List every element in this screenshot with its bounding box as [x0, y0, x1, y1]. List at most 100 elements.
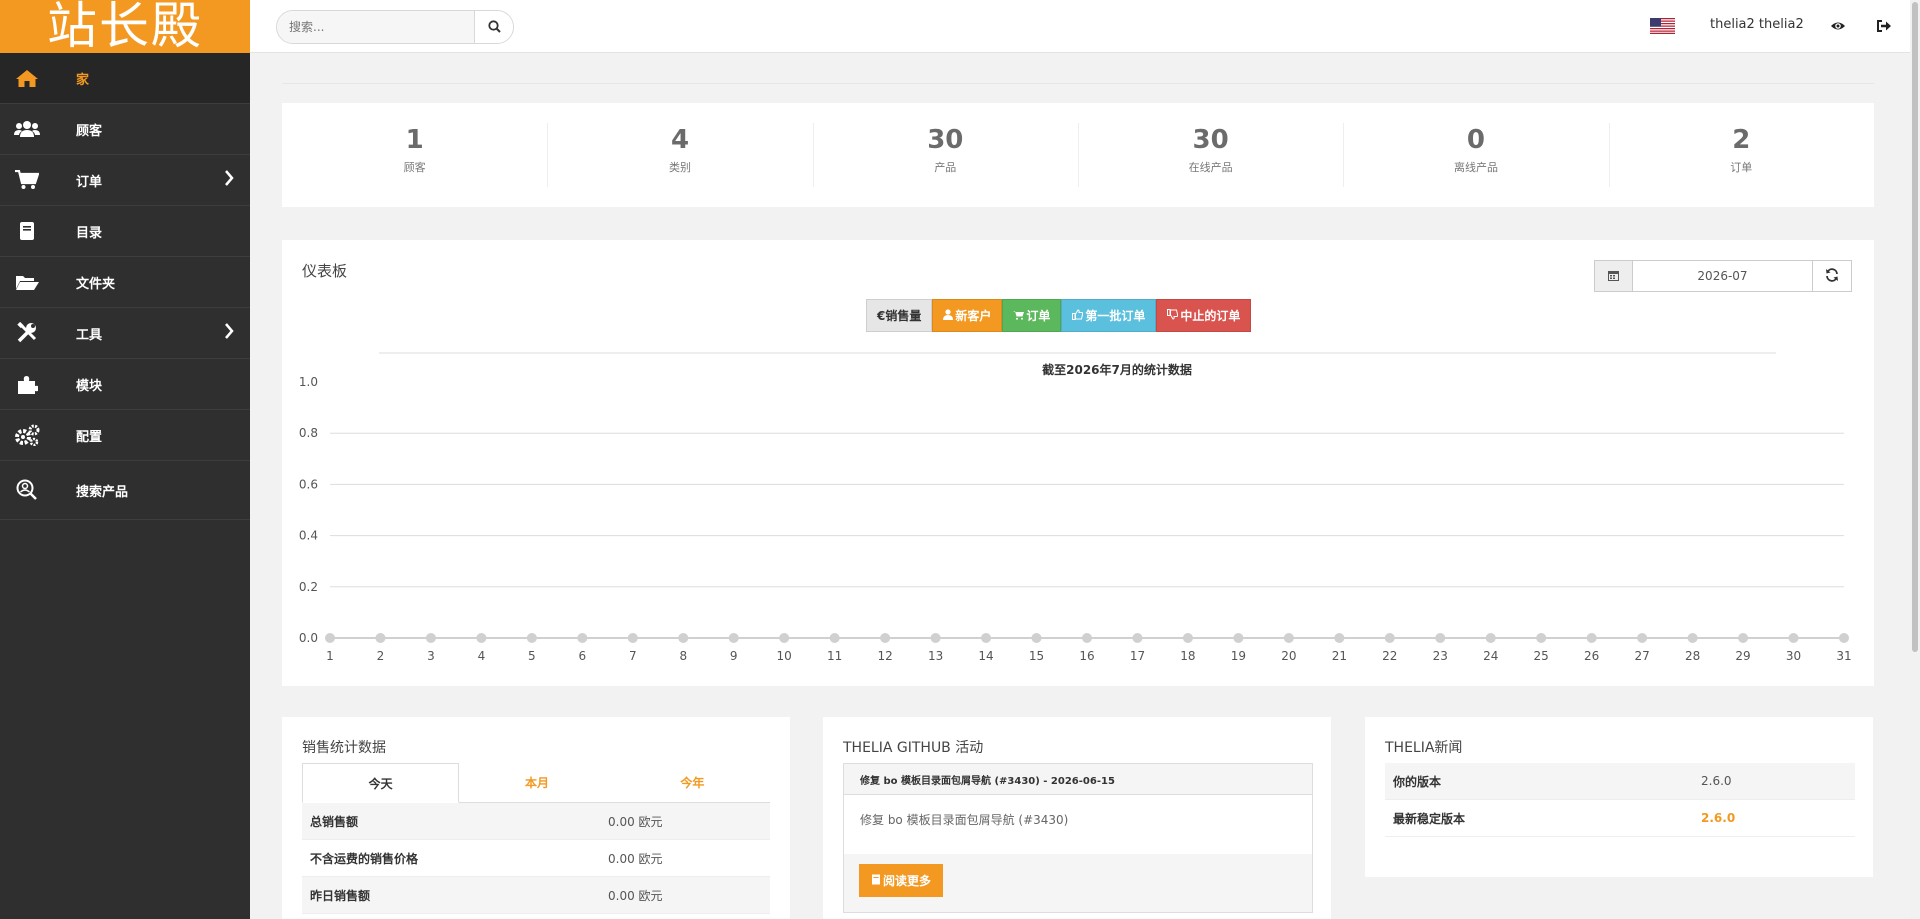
- sidebar-item-folders[interactable]: 文件夹: [0, 257, 250, 308]
- page-scrollbar[interactable]: [1910, 0, 1920, 919]
- data-point: [930, 633, 941, 643]
- x-tick-label: 16: [1079, 649, 1094, 663]
- sidebar-item-tools[interactable]: 工具: [0, 308, 250, 359]
- x-tick-label: 31: [1836, 649, 1851, 663]
- x-tick-label: 3: [427, 649, 435, 663]
- logo[interactable]: 站长殿: [0, 0, 250, 53]
- x-tick-label: 15: [1029, 649, 1044, 663]
- scrollbar-thumb[interactable]: [1912, 2, 1918, 652]
- github-activity-title: THELIA GITHUB 活动: [843, 740, 984, 756]
- data-point: [1788, 633, 1799, 643]
- data-point: [375, 633, 386, 643]
- chevron-right-icon: [224, 323, 234, 343]
- refresh-button[interactable]: [1813, 261, 1851, 291]
- aborted-orders-button[interactable]: 中止的订单: [1156, 299, 1252, 332]
- stat-orders: 2 订单: [1608, 103, 1874, 207]
- row-value: 2.6.0: [1701, 811, 1736, 825]
- stat-value: 2: [1732, 125, 1751, 155]
- aborted-orders-label: 中止的订单: [1180, 309, 1241, 323]
- data-point: [1334, 633, 1345, 643]
- sales-label: €销售量: [877, 309, 922, 323]
- x-tick-label: 2: [377, 649, 385, 663]
- x-tick-label: 24: [1483, 649, 1498, 663]
- data-point: [1283, 633, 1294, 643]
- date-input[interactable]: 2026-07: [1633, 261, 1813, 291]
- eye-icon: [1830, 18, 1846, 37]
- cart-icon: [1013, 309, 1025, 323]
- sidebar-item-label: 工具: [76, 327, 103, 343]
- stat-customers: 1 顾客: [282, 103, 547, 207]
- row-value: 2.6.0: [1701, 774, 1732, 788]
- stat-label: 在线产品: [1188, 161, 1233, 174]
- read-more-label: 阅读更多: [883, 874, 932, 888]
- github-activity-panel: THELIA GITHUB 活动 修复 bo 模板目录面包屑导航 (#3430)…: [823, 717, 1331, 919]
- x-tick-label: 20: [1281, 649, 1296, 663]
- dashboard-panel: 截至2026年7月的统计数据 0.0 0.2 0.4 0.6 0.8 1.0 1 2 3 4 5 6 7 8…: [282, 240, 1874, 686]
- data-point: [779, 633, 790, 643]
- data-point: [1586, 633, 1597, 643]
- sidebar-item-home[interactable]: 家: [0, 53, 250, 104]
- x-tick-label: 8: [679, 649, 687, 663]
- tab-this-month[interactable]: 本月: [459, 763, 614, 802]
- thumbs-down-icon: [1167, 308, 1179, 323]
- new-customers-button[interactable]: 新客户: [932, 299, 1003, 332]
- search-input[interactable]: [277, 11, 476, 43]
- stat-value: 30: [1192, 125, 1229, 155]
- username[interactable]: thelia2 thelia2: [1710, 17, 1804, 32]
- github-item-body: 修复 bo 模板目录面包屑导航 (#3430): [860, 813, 1069, 827]
- gears-icon: [14, 424, 40, 446]
- x-tick-label: 6: [579, 649, 587, 663]
- x-tick-label: 13: [928, 649, 943, 663]
- table-row: 最新稳定版本 2.6.0: [1385, 800, 1855, 837]
- stat-online-products: 30 在线产品: [1077, 103, 1343, 207]
- sidebar-item-orders[interactable]: 订单: [0, 155, 250, 206]
- home-icon: [14, 67, 40, 89]
- stat-label: 顾客: [403, 161, 426, 174]
- y-tick-label: 0.6: [299, 477, 318, 491]
- x-tick-label: 9: [730, 649, 738, 663]
- x-tick-label: 14: [978, 649, 993, 663]
- sidebar-item-label: 配置: [76, 429, 103, 445]
- stat-offline-products: 0 离线产品: [1343, 103, 1608, 207]
- row-value: 0.00 欧元: [608, 888, 663, 903]
- view-shop-button[interactable]: [1830, 18, 1846, 37]
- calendar-button[interactable]: [1595, 261, 1633, 291]
- stat-value: 4: [670, 125, 690, 155]
- x-tick-label: 11: [827, 649, 842, 663]
- data-point: [577, 633, 588, 643]
- read-more-button[interactable]: 阅读更多: [859, 864, 944, 897]
- sidebar-item-configuration[interactable]: 配置: [0, 410, 250, 461]
- data-point: [1031, 633, 1042, 643]
- book-icon: [871, 874, 881, 888]
- sidebar-item-modules[interactable]: 模块: [0, 359, 250, 410]
- data-point: [1687, 633, 1698, 643]
- row-label: 最新稳定版本: [1393, 811, 1466, 826]
- sidebar-item-label: 订单: [76, 174, 103, 190]
- x-tick-label: 27: [1634, 649, 1649, 663]
- data-point: [1384, 633, 1395, 643]
- data-point: [476, 633, 487, 643]
- chart-title: 截至2026年7月的统计数据: [1042, 362, 1192, 377]
- users-icon: [14, 118, 40, 140]
- logo-text: 站长殿: [47, 0, 203, 53]
- tab-this-year[interactable]: 今年: [615, 763, 770, 802]
- sidebar-item-search-product[interactable]: 搜索产品: [0, 461, 250, 520]
- data-point: [1233, 633, 1244, 643]
- thelia-news-panel: THELIA新闻 你的版本 2.6.0 最新稳定版本 2.6.0: [1365, 717, 1873, 877]
- sidebar-item-catalog[interactable]: 目录: [0, 206, 250, 257]
- logout-button[interactable]: [1876, 18, 1892, 37]
- stat-label: 产品: [934, 161, 957, 174]
- data-point: [728, 633, 739, 643]
- language-flag[interactable]: [1650, 18, 1675, 34]
- y-tick-label: 0.2: [299, 580, 318, 594]
- github-item-footer: 阅读更多: [844, 854, 1312, 912]
- data-point: [627, 633, 638, 643]
- search-button[interactable]: [475, 11, 513, 43]
- tab-today[interactable]: 今天: [302, 763, 460, 803]
- sales-button[interactable]: €销售量: [866, 299, 933, 332]
- first-orders-button[interactable]: 第一批订单: [1061, 299, 1157, 332]
- orders-button[interactable]: 订单: [1002, 299, 1062, 332]
- book-icon: [14, 220, 40, 242]
- data-point: [880, 633, 891, 643]
- sidebar-item-customers[interactable]: 顾客: [0, 104, 250, 155]
